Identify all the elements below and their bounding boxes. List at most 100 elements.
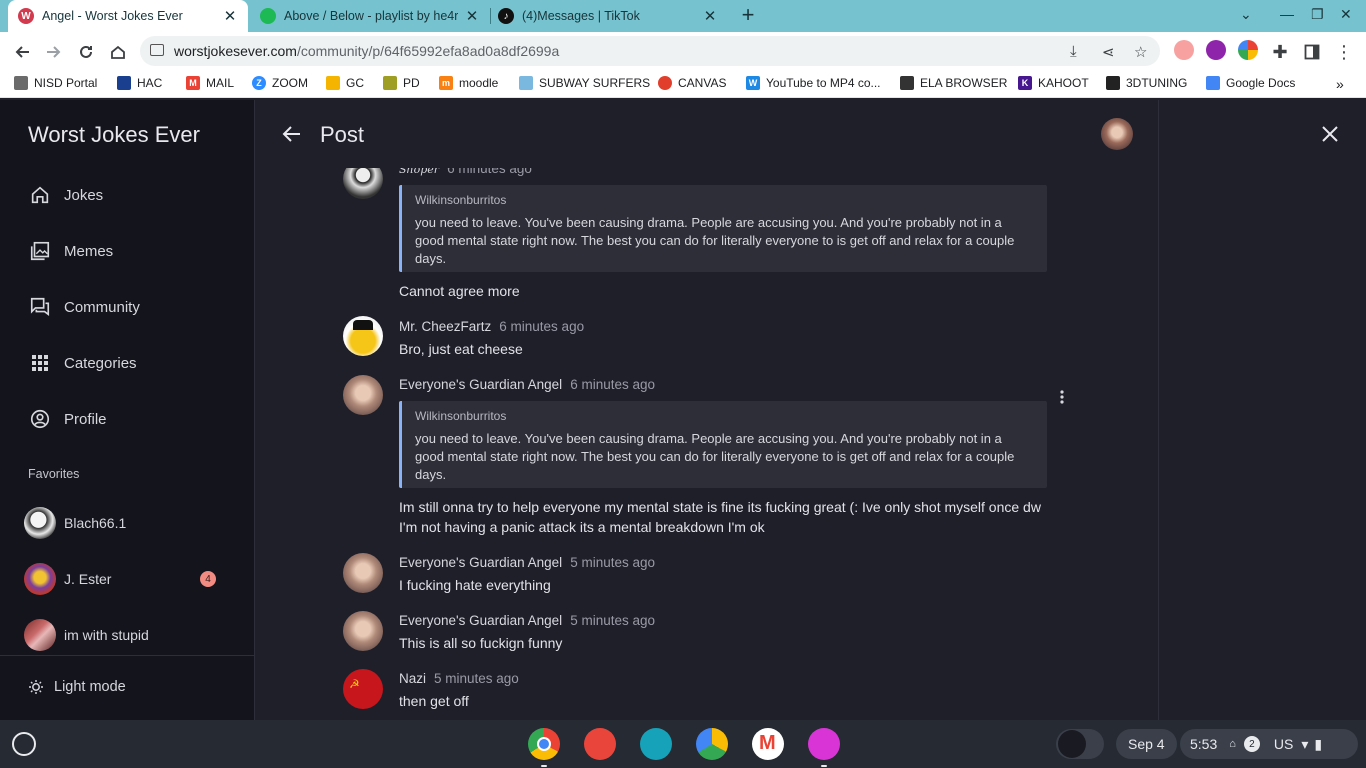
comment-author[interactable]: Nazi [399,671,426,686]
bookmark-ela-browser[interactable]: ELA BROWSER [900,76,1007,90]
bookmark-pd[interactable]: PD [383,76,420,90]
bookmark-label: YouTube to MP4 co... [766,76,881,90]
bookmark-moodle[interactable]: m moodle [439,76,498,90]
bookmark-google-docs[interactable]: Google Docs [1206,76,1295,90]
sidebar-item-categories[interactable]: Categories [0,343,255,383]
date-tray[interactable]: Sep 4 [1116,729,1177,759]
bookmark-3dtuning[interactable]: 3DTUNING [1106,76,1187,90]
sidebar-item-memes[interactable]: Memes [0,231,255,271]
share-icon[interactable]: ⋖ [1102,43,1115,61]
date-text: Sep 4 [1128,736,1165,752]
avatar[interactable] [343,611,383,651]
extension-record-icon[interactable] [1174,40,1194,60]
close-icon[interactable] [1318,122,1342,146]
gmail-app-icon[interactable]: M [752,728,784,760]
quoted-reply[interactable]: Wilkinsonburritos you need to leave. You… [399,401,1047,488]
close-tab-icon[interactable]: ✕ [464,7,480,25]
comment-text: This is all so fuckign funny [399,635,563,651]
reload-icon[interactable] [74,40,98,64]
top-hat-icon [353,320,373,330]
install-icon[interactable]: ⤓ [1070,43,1077,60]
pd-icon [383,76,397,90]
tab-tiktok-messages[interactable]: ♪ (4)Messages | TikTok ✕ [488,0,728,32]
more-bookmarks-chevron-icon[interactable]: » [1336,76,1344,92]
side-panel-icon[interactable] [1300,40,1324,64]
extensions-puzzle-icon[interactable]: ✚ [1268,40,1292,64]
close-tab-icon[interactable]: ✕ [222,7,238,25]
close-tab-icon[interactable]: ✕ [702,7,718,25]
bookmark-youtube-to-mp4[interactable]: W YouTube to MP4 co... [746,76,881,90]
sidebar-item-jokes[interactable]: Jokes [0,175,255,215]
extension-m-icon[interactable] [1206,40,1226,60]
forward-icon[interactable] [42,40,66,64]
minimize-icon[interactable]: — [1280,6,1294,22]
sidebar-item-label: Jokes [64,186,104,204]
bookmark-star-icon[interactable]: ☆ [1134,43,1147,61]
favorite-item[interactable]: im with stupid [0,615,255,655]
avatar[interactable] [343,553,383,593]
bookmark-zoom[interactable]: Z ZOOM [252,76,308,90]
launcher-icon[interactable] [12,732,36,756]
favorite-item[interactable]: Blach66.1 [0,503,255,543]
sidebar: Worst Jokes Ever Jokes Memes Community C… [0,100,255,720]
grid-icon [28,351,52,375]
tab-worst-jokes[interactable]: W Angel - Worst Jokes Ever ✕ [8,0,248,32]
notification-icon: ⌂ [1229,738,1236,750]
home-button-icon[interactable] [106,40,130,64]
close-window-icon[interactable]: ✕ [1340,6,1352,23]
address-bar[interactable]: worstjokesever.com/community/p/64f65992e… [140,36,1160,66]
chrome-icon[interactable] [528,728,560,760]
favorite-name: Blach66.1 [64,515,127,531]
quoted-reply[interactable]: Wilkinsonburritos you need to leave. You… [399,185,1047,272]
tab-search-chevron-icon[interactable]: ⌄ [1240,6,1252,23]
comment-author[interactable]: Everyone's Guardian Angel [399,377,562,392]
restore-icon[interactable]: ❐ [1311,6,1324,23]
sidebar-item-profile[interactable]: Profile [0,399,255,439]
favorite-item[interactable]: J. Ester 4 [0,559,255,599]
bookmark-kahoot[interactable]: K KAHOOT [1018,76,1089,90]
url-text: worstjokesever.com/community/p/64f65992e… [174,43,560,59]
comment-menu-icon[interactable] [1056,388,1068,406]
comment-author[interactable]: Everyone's Guardian Angel [399,555,562,570]
bookmark-subway-surfers[interactable]: SUBWAY SURFERS [519,76,650,90]
bookmark-hac[interactable]: HAC [117,76,162,90]
avatar[interactable] [1101,118,1133,150]
clock-text: 5:53 [1190,736,1218,752]
battery-icon: ▮ [1314,735,1323,752]
zoom-icon: Z [252,76,266,90]
comment-meta: Mr. CheezFartz 6 minutes ago [399,319,584,334]
comment-author[interactable]: Mr. CheezFartz [399,319,491,334]
back-icon[interactable] [10,40,34,64]
avatar[interactable] [343,316,383,356]
moodle-icon: m [439,76,453,90]
tab-spotify-playlist[interactable]: Above / Below - playlist by he4rt ✕ [250,0,490,32]
favorite-name: im with stupid [64,627,149,643]
tab-strip: W Angel - Worst Jokes Ever ✕ Above / Bel… [0,0,1366,32]
user-avatar-tray[interactable] [1056,729,1104,759]
kahoot-icon: K [1018,76,1032,90]
more-menu-icon[interactable]: ⋮ [1332,40,1356,64]
bookmark-gc[interactable]: GC [326,76,364,90]
app-title[interactable]: Worst Jokes Ever [28,122,200,148]
google-drive-icon[interactable] [696,728,728,760]
sun-icon [28,679,44,695]
palette-app-icon[interactable] [584,728,616,760]
news-app-icon[interactable] [640,728,672,760]
back-arrow-icon[interactable] [280,122,304,146]
right-panel [1158,100,1366,720]
light-mode-toggle[interactable]: Light mode [28,679,126,695]
site-info-icon[interactable] [150,44,164,56]
comment-author[interactable]: Everyone's Guardian Angel [399,613,562,628]
bookmark-canvas[interactable]: CANVAS [658,76,726,90]
bookmark-nisd-portal[interactable]: NISD Portal [14,76,97,90]
avatar[interactable]: ☭ [343,669,383,709]
screencast-app-icon[interactable] [808,728,840,760]
new-tab-icon[interactable]: + [736,4,760,28]
sidebar-item-community[interactable]: Community [0,287,255,327]
status-tray[interactable]: 5:53 ⌂ 2 US ▾ ▮ [1180,729,1358,759]
bookmark-mail[interactable]: M MAIL [186,76,234,90]
avatar[interactable] [343,375,383,415]
post-view: Shoper 6 minutes ago Wilkinsonburritos yo… [256,100,1158,720]
tab-title: Angel - Worst Jokes Ever [42,9,183,23]
extension-google-icon[interactable] [1238,40,1258,60]
